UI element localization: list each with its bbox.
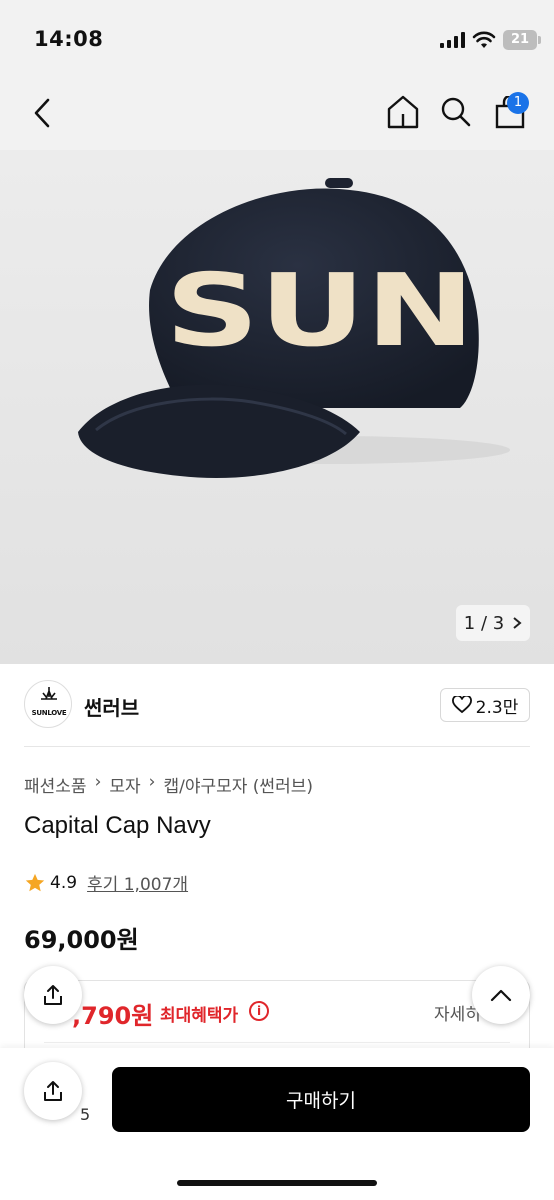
image-counter-text: 1 / 3 [463, 612, 505, 634]
battery-level: 21 [510, 32, 530, 47]
breadcrumb-item[interactable]: 캡/야구모자 (썬러브) [163, 772, 313, 797]
status-time: 14:08 [34, 27, 104, 51]
benefit-divider [44, 1042, 510, 1043]
status-bar: 14:08 21 [0, 0, 554, 82]
like-count: 2.3만 [475, 697, 519, 718]
brand-logo-mark [41, 687, 57, 700]
benefit-price: ,790원 [72, 1002, 154, 1030]
partial-value: 5 [80, 1105, 91, 1124]
cap-image: SUN [78, 178, 510, 479]
cellular-signal-icon [440, 32, 465, 48]
breadcrumb-separator: › [94, 772, 102, 792]
chevron-up-icon [490, 989, 512, 1002]
top-nav [0, 82, 554, 150]
back-icon[interactable] [28, 96, 56, 130]
cart-count-badge: 1 [507, 92, 529, 114]
brand-logo[interactable]: SUNLOVE [24, 680, 72, 728]
battery-tip [538, 36, 541, 44]
brand-name[interactable]: 썬러브 [84, 692, 139, 721]
image-counter[interactable]: 1 / 3 [456, 605, 530, 641]
breadcrumb-item[interactable]: 모자 [109, 772, 140, 797]
breadcrumb-separator: › [148, 772, 156, 792]
rating-row: 4.9 후기 1,007개 [24, 870, 188, 895]
breadcrumb-item[interactable]: 패션소품 [24, 772, 87, 797]
share-button[interactable] [24, 966, 82, 1024]
product-price: 69,000원 [24, 926, 139, 954]
wifi-icon [472, 31, 496, 48]
like-button[interactable]: 2.3만 [440, 688, 530, 722]
buy-button[interactable]: 구매하기 [112, 1067, 530, 1132]
benefit-label: 최대혜택가 [160, 1006, 239, 1026]
reviews-link[interactable]: 후기 1,007개 [87, 870, 188, 895]
cap-letters: SUN [165, 252, 475, 369]
rating-value: 4.9 [50, 872, 78, 893]
brand-row[interactable]: SUNLOVE 썬러브 2.3만 [24, 680, 530, 730]
brand-logo-text: SUNLOVE [31, 709, 67, 717]
divider [24, 746, 530, 747]
breadcrumb: 패션소품 › 모자 › 캡/야구모자 (썬러브) [24, 772, 313, 797]
info-icon[interactable]: i [249, 1001, 269, 1021]
chevron-right-icon [513, 617, 522, 629]
home-icon[interactable] [386, 94, 420, 130]
battery-icon: 21 [503, 30, 537, 50]
product-title: Capital Cap Navy [24, 812, 211, 839]
star-icon [25, 873, 45, 891]
product-image[interactable]: SUN [0, 150, 554, 664]
product-page: 14:08 21 1 SUN 1 / 3 SUNLOVE 썬러브 2.3만 패션… [0, 0, 554, 1200]
home-indicator [177, 1180, 377, 1186]
share-icon [44, 985, 62, 1005]
scroll-top-button[interactable] [472, 966, 530, 1024]
share-button-bottom[interactable] [24, 1062, 82, 1120]
heart-icon [451, 696, 472, 714]
share-icon [44, 1081, 62, 1101]
search-icon[interactable] [440, 96, 472, 128]
